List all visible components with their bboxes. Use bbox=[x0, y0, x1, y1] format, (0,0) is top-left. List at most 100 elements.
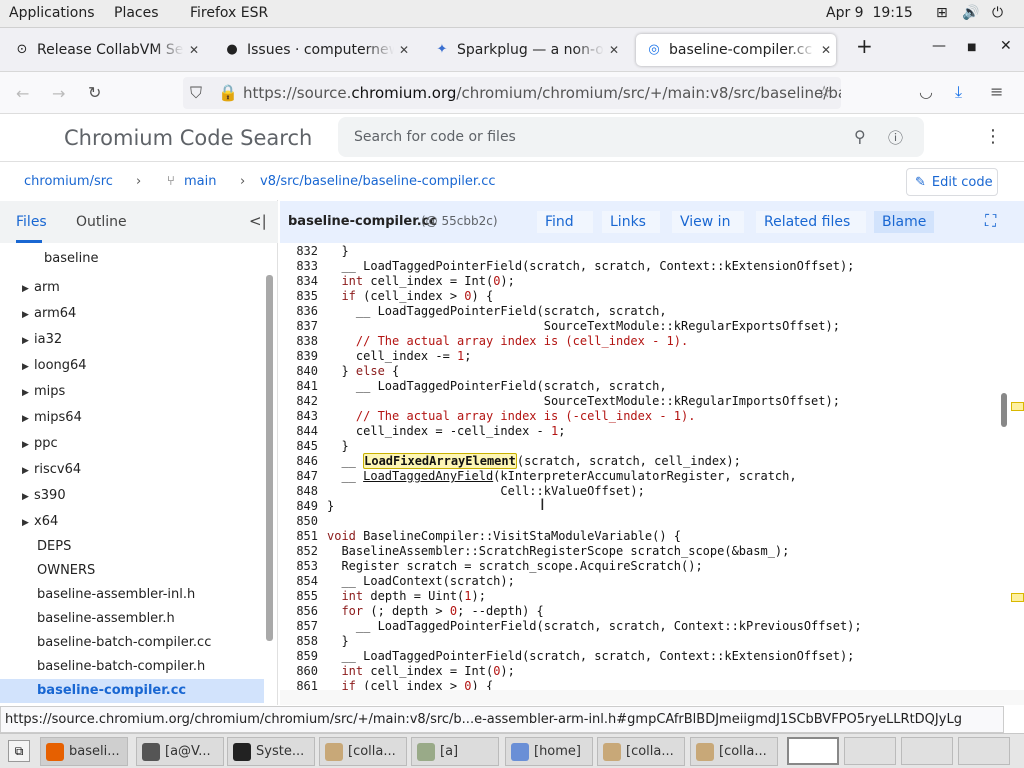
tab-files[interactable]: Files bbox=[16, 214, 47, 230]
tree-file-baseline-batch-compiler-h[interactable]: baseline-batch-compiler.h bbox=[37, 659, 205, 674]
search-match-marker[interactable] bbox=[1011, 593, 1024, 602]
code-line[interactable]: SourceTextModule::kRegularExportsOffset)… bbox=[327, 319, 840, 333]
downloads-icon[interactable]: ⤓ bbox=[955, 82, 962, 102]
code-line[interactable]: } bbox=[327, 439, 348, 453]
search-match-marker[interactable] bbox=[1011, 402, 1024, 411]
code-line[interactable]: __ LoadTaggedPointerField(scratch, scrat… bbox=[327, 649, 854, 663]
active-app-label[interactable]: Firefox ESR bbox=[190, 5, 268, 21]
line-number[interactable]: 833 bbox=[280, 259, 318, 273]
line-number[interactable]: 834 bbox=[280, 274, 318, 288]
line-number[interactable]: 835 bbox=[280, 289, 318, 303]
workspace-4[interactable] bbox=[958, 737, 1010, 765]
line-number[interactable]: 856 bbox=[280, 604, 318, 618]
tab-outline[interactable]: Outline bbox=[76, 214, 127, 230]
taskbar-item[interactable]: [home] bbox=[505, 737, 593, 766]
url-bar[interactable]: https://source. chromium.org/chromium/chr… bbox=[183, 77, 841, 109]
tree-dir-ia32[interactable]: ▶ ia32 bbox=[22, 332, 62, 347]
taskbar-item[interactable]: baseli... bbox=[40, 737, 128, 766]
tab-issues[interactable]: ● Issues · computernewb ✕ bbox=[214, 34, 414, 66]
line-number[interactable]: 846 bbox=[280, 454, 318, 468]
code-line[interactable]: BaselineAssembler::ScratchRegisterScope … bbox=[327, 544, 789, 558]
code-line[interactable]: } else { bbox=[327, 364, 399, 378]
code-line[interactable]: for (; depth > 0; --depth) { bbox=[327, 604, 543, 618]
code-line[interactable]: __ LoadContext(scratch); bbox=[327, 574, 514, 588]
code-line[interactable]: if (cell_index > 0) { bbox=[327, 679, 493, 690]
pocket-icon[interactable]: ◡ bbox=[919, 82, 933, 101]
workspace-2[interactable] bbox=[844, 737, 896, 765]
code-line[interactable]: __ LoadTaggedPointerField(scratch, scrat… bbox=[327, 619, 862, 633]
tree-file-owners[interactable]: OWNERS bbox=[37, 563, 95, 578]
code-line[interactable]: __ LoadTaggedPointerField(scratch, scrat… bbox=[327, 259, 854, 273]
taskbar-item[interactable]: [a] bbox=[411, 737, 499, 766]
taskbar-item[interactable]: [colla... bbox=[319, 737, 407, 766]
code-line[interactable]: __ LoadFixedArrayElement(scratch, scratc… bbox=[327, 453, 741, 469]
line-number[interactable]: 848 bbox=[280, 484, 318, 498]
places-menu[interactable]: Places bbox=[114, 5, 159, 21]
tree-file-baseline-compiler-cc[interactable]: baseline-compiler.cc bbox=[37, 683, 186, 698]
code-line[interactable]: int cell_index = Int(0); bbox=[327, 664, 514, 678]
line-number[interactable]: 850 bbox=[280, 514, 318, 528]
taskbar-item[interactable]: [a@V... bbox=[136, 737, 224, 766]
code-line[interactable]: int cell_index = Int(0); bbox=[327, 274, 514, 288]
code-line[interactable]: Cell::kValueOffset); bbox=[327, 484, 645, 498]
edit-code-button[interactable]: ✎ Edit code bbox=[906, 168, 998, 196]
code-line[interactable]: } bbox=[327, 244, 348, 258]
minimize-button[interactable]: — bbox=[932, 38, 946, 54]
line-number[interactable]: 861 bbox=[280, 679, 318, 690]
tree-dir-loong64[interactable]: ▶ loong64 bbox=[22, 358, 87, 373]
volume-icon[interactable]: 🔊 bbox=[962, 5, 979, 21]
code-line[interactable]: // The actual array index is (-cell_inde… bbox=[327, 409, 696, 423]
tree-file-baseline-assembler[interactable]: baseline-assembler.h bbox=[37, 611, 175, 626]
forward-arrow-icon[interactable]: → bbox=[52, 84, 65, 103]
code-line[interactable]: Register scratch = scratch_scope.Acquire… bbox=[327, 559, 702, 573]
breadcrumb-path[interactable]: v8/src/baseline/baseline-compiler.cc bbox=[260, 174, 496, 189]
tab-baseline-compiler[interactable]: ◎ baseline-compiler.cc - Chromium ✕ bbox=[636, 34, 836, 66]
blame-button[interactable]: Blame bbox=[874, 211, 934, 233]
folder-baseline[interactable]: baseline bbox=[44, 251, 98, 266]
line-number[interactable]: 852 bbox=[280, 544, 318, 558]
line-number[interactable]: 839 bbox=[280, 349, 318, 363]
close-window-button[interactable]: ✕ bbox=[1000, 38, 1012, 54]
show-desktop-icon[interactable]: ⧉ bbox=[8, 740, 30, 762]
line-number[interactable]: 842 bbox=[280, 394, 318, 408]
code-line[interactable]: SourceTextModule::kRegularImportsOffset)… bbox=[327, 394, 840, 408]
tree-dir-arm[interactable]: ▶ arm bbox=[22, 280, 60, 295]
code-line[interactable]: cell_index -= 1; bbox=[327, 349, 472, 363]
view-in-button[interactable]: View in bbox=[672, 211, 744, 233]
scrollbar-thumb[interactable] bbox=[1001, 393, 1007, 427]
more-vert-icon[interactable]: ⋮ bbox=[984, 126, 1002, 147]
tree-dir-ppc[interactable]: ▶ ppc bbox=[22, 436, 58, 451]
code-line[interactable]: } bbox=[327, 634, 348, 648]
close-tab-icon[interactable]: ✕ bbox=[394, 43, 414, 57]
new-tab-button[interactable]: + bbox=[856, 34, 873, 58]
line-number[interactable]: 854 bbox=[280, 574, 318, 588]
taskbar-item[interactable]: Syste... bbox=[227, 737, 315, 766]
taskbar-item[interactable]: [colla... bbox=[690, 737, 778, 766]
line-number[interactable]: 836 bbox=[280, 304, 318, 318]
workspace-1[interactable] bbox=[787, 737, 839, 765]
code-line[interactable]: } bbox=[327, 499, 334, 513]
tab-sparkplug[interactable]: ✦ Sparkplug — a non-optimizing ✕ bbox=[424, 34, 624, 66]
tree-dir-riscv64[interactable]: ▶ riscv64 bbox=[22, 462, 81, 477]
code-line[interactable]: __ LoadTaggedPointerField(scratch, scrat… bbox=[327, 379, 667, 393]
commit-hash[interactable]: (@ 55cbb2c) bbox=[421, 214, 498, 228]
network-icon[interactable]: ⊞ bbox=[936, 5, 948, 21]
line-number[interactable]: 860 bbox=[280, 664, 318, 678]
applications-menu[interactable]: Applications bbox=[9, 5, 95, 21]
line-number[interactable]: 843 bbox=[280, 409, 318, 423]
back-arrow-icon[interactable]: ← bbox=[16, 84, 29, 103]
line-number[interactable]: 837 bbox=[280, 319, 318, 333]
site-title[interactable]: Chromium Code Search bbox=[64, 126, 312, 150]
menu-icon[interactable]: ≡ bbox=[990, 82, 1003, 101]
horizontal-scrollbar[interactable] bbox=[280, 690, 1024, 705]
bookmark-star-icon[interactable]: ☆ bbox=[817, 82, 831, 101]
shield-icon[interactable]: ⛉ bbox=[190, 83, 202, 103]
close-tab-icon[interactable]: ✕ bbox=[184, 43, 204, 57]
line-number[interactable]: 849 bbox=[280, 499, 318, 513]
power-icon[interactable]: ⏻ bbox=[992, 5, 1003, 21]
code-line[interactable]: void BaselineCompiler::VisitStaModuleVar… bbox=[327, 529, 681, 543]
code-line[interactable]: int depth = Uint(1); bbox=[327, 589, 486, 603]
line-number[interactable]: 832 bbox=[280, 244, 318, 258]
breadcrumb-branch[interactable]: main bbox=[184, 174, 216, 189]
tab-release-collabvm[interactable]: ⊙ Release CollabVM Server ✕ bbox=[4, 34, 204, 66]
